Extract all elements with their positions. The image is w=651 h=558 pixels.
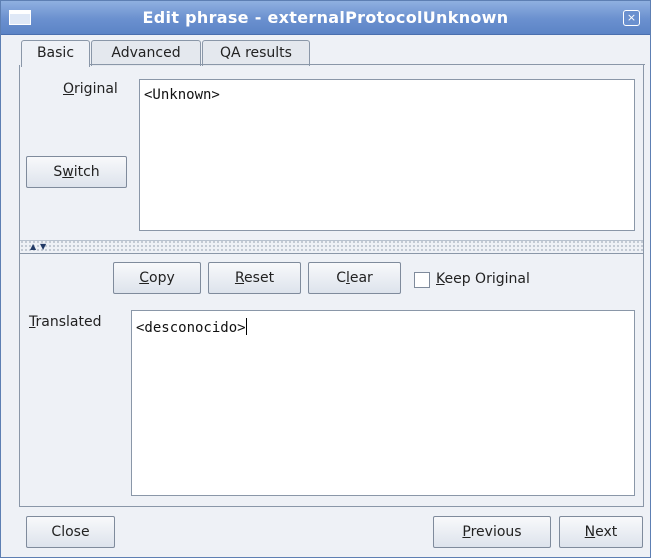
close-icon[interactable]: × xyxy=(623,10,640,26)
tab-advanced[interactable]: Advanced xyxy=(91,40,201,66)
next-button[interactable]: Next xyxy=(559,516,643,548)
translated-text-area[interactable]: <desconocido> xyxy=(131,310,635,496)
text-caret xyxy=(245,318,247,335)
edit-phrase-dialog: Edit phrase - externalProtocolUnknown × … xyxy=(0,0,651,558)
switch-button[interactable]: Switch xyxy=(26,156,127,188)
previous-button[interactable]: Previous xyxy=(433,516,551,548)
reset-button[interactable]: Reset xyxy=(208,262,301,294)
translated-label: Translated xyxy=(29,314,102,330)
split-up-arrow-icon[interactable]: ▲ xyxy=(30,243,36,251)
original-label: Original xyxy=(63,81,118,97)
window-title: Edit phrase - externalProtocolUnknown xyxy=(142,8,509,27)
tab-qa-results[interactable]: QA results xyxy=(202,40,310,66)
keep-original-checkbox[interactable] xyxy=(414,272,430,288)
split-pane-divider[interactable] xyxy=(20,240,643,254)
split-down-arrow-icon[interactable]: ▼ xyxy=(40,243,46,251)
keep-original-label[interactable]: Keep Original xyxy=(436,271,530,287)
title-bar[interactable]: Edit phrase - externalProtocolUnknown × xyxy=(1,1,650,35)
clear-button[interactable]: Clear xyxy=(308,262,401,294)
original-text-area[interactable]: <Unknown> xyxy=(139,79,635,231)
tab-basic[interactable]: Basic xyxy=(21,40,90,67)
close-button[interactable]: Close xyxy=(26,516,115,548)
copy-button[interactable]: Copy xyxy=(113,262,201,294)
